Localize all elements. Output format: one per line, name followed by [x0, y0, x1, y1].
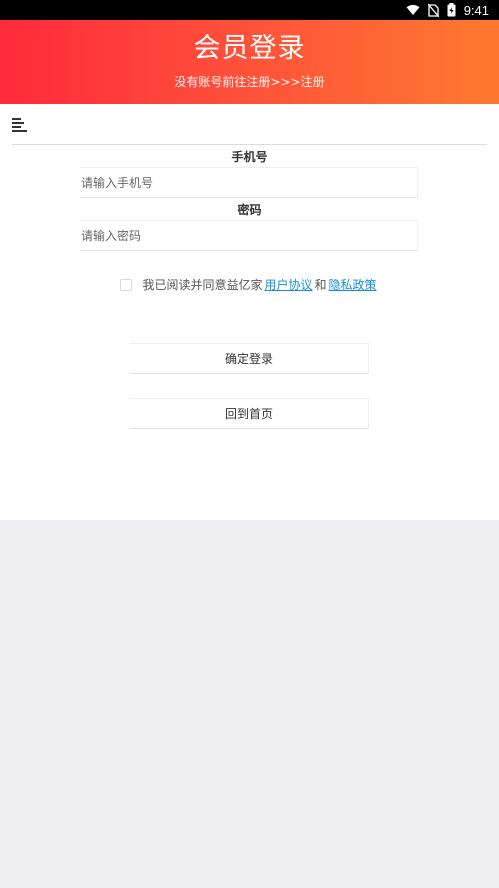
status-icons: 9:41: [406, 0, 489, 20]
menu-icon[interactable]: [12, 117, 28, 132]
header: 会员登录 没有账号前往注册>>>注册: [0, 20, 499, 104]
agreement-text: 我已阅读并同意益亿家: [142, 278, 263, 292]
phone-label: 手机号: [231, 150, 268, 164]
phone-input[interactable]: [80, 168, 417, 197]
login-panel: 手机号 密码 我已阅读并同意益亿家 用户协议 和 隐私政策 确定登录 回到首页: [0, 104, 499, 520]
status-bar: 9:41: [0, 0, 499, 20]
privacy-policy-link[interactable]: 隐私政策: [329, 276, 377, 293]
no-sim-icon: [427, 3, 439, 17]
agreement-conjunction: 和: [314, 278, 327, 292]
password-label: 密码: [237, 203, 262, 217]
battery-icon: [447, 3, 456, 17]
password-input[interactable]: [80, 221, 417, 250]
home-button[interactable]: 回到首页: [130, 398, 369, 429]
user-agreement-link[interactable]: 用户协议: [264, 276, 312, 293]
agreement-checkbox[interactable]: [120, 278, 133, 291]
agreement-row: 我已阅读并同意益亿家 用户协议 和 隐私政策: [0, 276, 499, 293]
login-button[interactable]: 确定登录: [130, 343, 369, 374]
wifi-icon: [406, 4, 420, 16]
password-field[interactable]: [80, 220, 418, 251]
divider: [12, 144, 487, 145]
phone-field[interactable]: [80, 167, 418, 198]
status-time: 9:41: [463, 2, 489, 18]
register-link[interactable]: 没有账号前往注册>>>注册: [0, 73, 499, 90]
page-title: 会员登录: [193, 33, 306, 64]
